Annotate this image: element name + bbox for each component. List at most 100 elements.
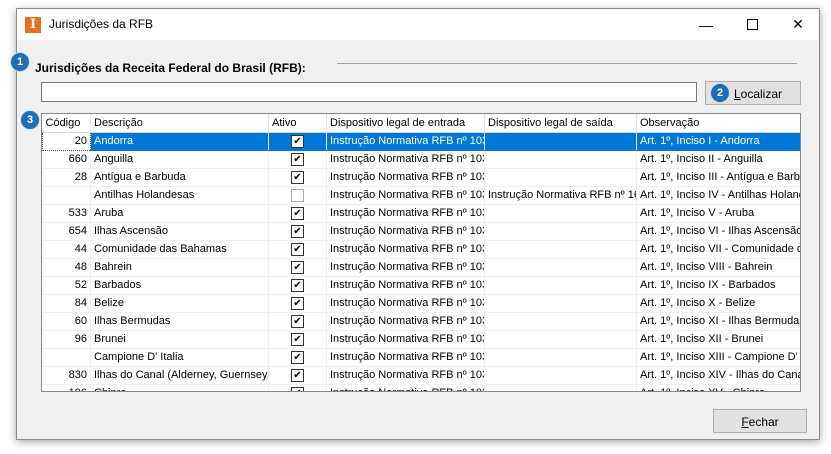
cell-saida	[484, 168, 637, 187]
app-logo-icon: I	[25, 17, 41, 33]
cell-codigo: 533	[42, 204, 91, 223]
cell-ativo: ✔	[268, 366, 327, 385]
col-header-saida[interactable]: Dispositivo legal de saída	[484, 114, 637, 133]
col-header-observacao[interactable]: Observação	[636, 114, 800, 133]
cell-codigo: 44	[42, 240, 91, 259]
step-badge-3: 3	[21, 111, 39, 129]
cell-saida	[484, 366, 637, 385]
cell-descricao: Barbados	[90, 276, 269, 295]
ativo-checkbox[interactable]: ✔	[291, 242, 304, 256]
table-row[interactable]: 654 Ilhas Ascensão ✔ Instrução Normativa RF…	[42, 222, 800, 241]
table-row[interactable]: Campione D' Italia ✔ Instrução Normativa R…	[42, 348, 800, 367]
cell-entrada: Instrução Normativa RFB nº 103	[326, 294, 485, 313]
jurisdictions-table: Código Descrição Ativo Dispositivo legal…	[42, 114, 800, 391]
close-button[interactable]: ✕	[775, 9, 821, 40]
ativo-checkbox[interactable]	[291, 188, 304, 202]
cell-saida	[484, 258, 637, 277]
table-row[interactable]: 660 Anguilla ✔ Instrução Normativa RFB nº 1…	[42, 150, 800, 169]
ativo-checkbox[interactable]: ✔	[291, 260, 304, 274]
cell-ativo: ✔	[268, 312, 327, 331]
table-row[interactable]: 60 Ilhas Bermudas ✔ Instrução Normativa RFB…	[42, 312, 800, 331]
ativo-checkbox[interactable]: ✔	[291, 332, 304, 346]
col-header-descricao[interactable]: Descrição	[90, 114, 269, 133]
ativo-checkbox[interactable]: ✔	[291, 314, 304, 328]
table-row[interactable]: 830 Ilhas do Canal (Alderney, Guernsey, ✔ I…	[42, 366, 800, 385]
cell-descricao: Antilhas Holandesas	[90, 186, 269, 205]
cell-codigo: 830	[42, 366, 91, 385]
cell-ativo: ✔	[268, 294, 327, 313]
minimize-button[interactable]: —	[683, 9, 729, 40]
cell-observacao: Art. 1º, Inciso V - Aruba	[636, 204, 800, 223]
cell-ativo: ✔	[268, 348, 327, 367]
cell-entrada: Instrução Normativa RFB nº 103	[326, 348, 485, 367]
table-row[interactable]: 44 Comunidade das Bahamas ✔ Instrução Norma…	[42, 240, 800, 259]
cell-descricao: Bahrein	[90, 258, 269, 277]
minimize-icon: —	[699, 16, 713, 33]
ativo-checkbox[interactable]: ✔	[291, 170, 304, 184]
cell-codigo: 28	[42, 168, 91, 187]
group-label: Jurisdições da Receita Federal do Brasil…	[35, 61, 306, 75]
cell-codigo	[42, 186, 91, 205]
cell-ativo: ✔	[268, 168, 327, 187]
cell-observacao: Art. 1º, Inciso X - Belize	[636, 294, 800, 313]
cell-codigo: 196	[42, 384, 91, 391]
cell-observacao: Art. 1º, Inciso VI - Ilhas Ascensão	[636, 222, 800, 241]
ativo-checkbox[interactable]: ✔	[291, 206, 304, 220]
cell-saida	[484, 294, 637, 313]
fechar-button[interactable]: Fechar	[713, 409, 807, 433]
cell-entrada: Instrução Normativa RFB nº 103	[326, 150, 485, 169]
localizar-label: ocalizar	[740, 87, 783, 101]
cell-descricao: Belize	[90, 294, 269, 313]
cell-entrada: Instrução Normativa RFB nº 103	[326, 240, 485, 259]
table-row[interactable]: 20 Andorra ✔ Instrução Normativa RFB nº 103…	[42, 131, 800, 151]
table-row[interactable]: 52 Barbados ✔ Instrução Normativa RFB nº 10…	[42, 276, 800, 295]
col-header-entrada[interactable]: Dispositivo legal de entrada	[326, 114, 485, 133]
cell-entrada: Instrução Normativa RFB nº 103	[326, 204, 485, 223]
ativo-checkbox[interactable]: ✔	[291, 278, 304, 292]
cell-entrada: Instrução Normativa RFB nº 103	[326, 222, 485, 241]
cell-observacao: Art. 1º, Inciso IX - Barbados	[636, 276, 800, 295]
table-row[interactable]: 96 Brunei ✔ Instrução Normativa RFB nº 103 A…	[42, 330, 800, 349]
cell-saida	[484, 276, 637, 295]
col-header-ativo[interactable]: Ativo	[268, 114, 327, 133]
cell-ativo: ✔	[268, 384, 327, 391]
jurisdictions-grid[interactable]: Código Descrição Ativo Dispositivo legal…	[41, 113, 801, 392]
search-input[interactable]	[41, 82, 697, 102]
ativo-checkbox[interactable]: ✔	[291, 134, 304, 148]
ativo-checkbox[interactable]: ✔	[291, 368, 304, 382]
cell-codigo: 20	[42, 131, 91, 151]
col-header-codigo[interactable]: Código	[42, 114, 91, 133]
cell-codigo: 48	[42, 258, 91, 277]
cell-saida	[484, 150, 637, 169]
maximize-button[interactable]	[729, 9, 775, 40]
ativo-checkbox[interactable]: ✔	[291, 350, 304, 364]
table-row[interactable]: 84 Belize ✔ Instrução Normativa RFB nº 103 A…	[42, 294, 800, 313]
ativo-checkbox[interactable]: ✔	[291, 224, 304, 238]
cell-entrada: Instrução Normativa RFB nº 103	[326, 330, 485, 349]
table-row[interactable]: 533 Aruba ✔ Instrução Normativa RFB nº 103 A…	[42, 204, 800, 223]
cell-observacao: Art. 1º, Inciso II - Anguilla	[636, 150, 800, 169]
table-row[interactable]: 196Chipre ✔ Instrução Normativa RFB nº 103…	[42, 384, 800, 391]
cell-descricao: Andorra	[90, 132, 269, 151]
cell-ativo	[268, 186, 327, 205]
cell-entrada: Instrução Normativa RFB nº 103	[326, 186, 485, 205]
ativo-checkbox[interactable]: ✔	[291, 296, 304, 310]
cell-codigo: 660	[42, 150, 91, 169]
cell-observacao: Art. 1º, Inciso XIII - Campione D'	[636, 348, 800, 367]
cell-descricao: Anguilla	[90, 150, 269, 169]
cell-saida: Instrução Normativa RFB nº 16	[484, 186, 637, 205]
cell-codigo: 96	[42, 330, 91, 349]
cell-saida	[484, 240, 637, 259]
cell-saida	[484, 312, 637, 331]
cell-descricao: Comunidade das Bahamas	[90, 240, 269, 259]
cell-observacao: Art. 1º, Inciso XI - Ilhas Bermudas	[636, 312, 800, 331]
cell-entrada: Instrução Normativa RFB nº 103	[326, 168, 485, 187]
localizar-mnemonic: L	[733, 87, 741, 101]
step-badge-1: 1	[11, 53, 29, 71]
table-row[interactable]: Antilhas Holandesas Instrução Normativa R…	[42, 186, 800, 205]
ativo-checkbox[interactable]: ✔	[291, 386, 304, 391]
table-row[interactable]: 28 Antígua e Barbuda ✔ Instrução Normativa …	[42, 168, 800, 187]
ativo-checkbox[interactable]: ✔	[291, 152, 304, 166]
table-row[interactable]: 48 Bahrein ✔ Instrução Normativa RFB nº 103…	[42, 258, 800, 277]
table-body: 20 Andorra ✔ Instrução Normativa RFB nº 103…	[42, 131, 800, 391]
